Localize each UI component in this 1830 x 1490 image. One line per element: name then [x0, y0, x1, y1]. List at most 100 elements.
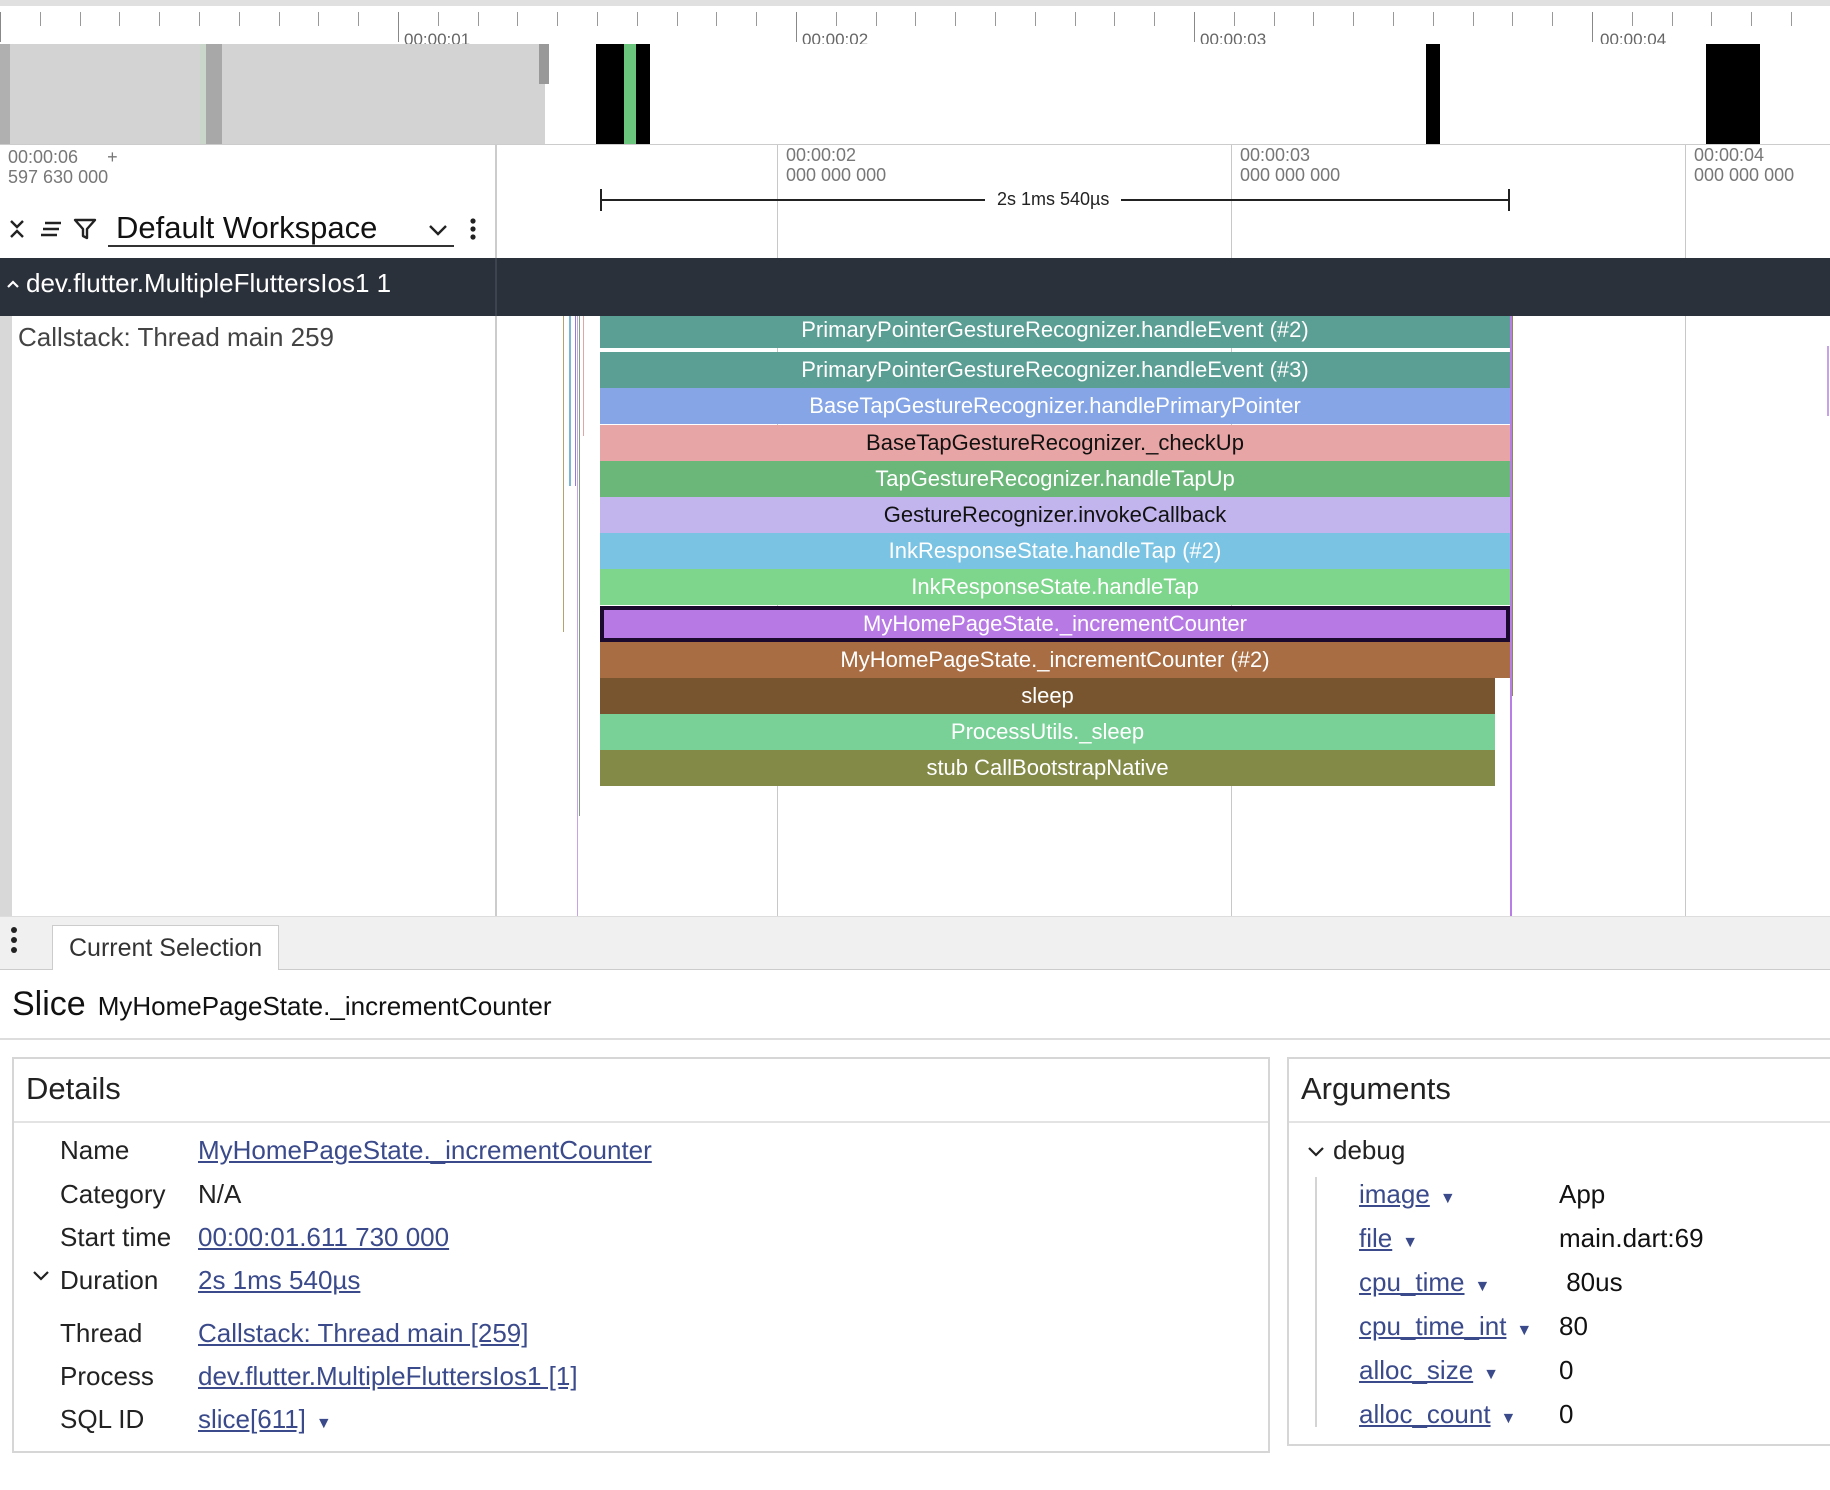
ruler-tick — [915, 12, 917, 26]
detail-sql-id-link[interactable]: slice[611] ▼ — [198, 1404, 332, 1435]
ruler-tick — [1074, 12, 1076, 26]
slice[interactable]: ProcessUtils._sleep — [600, 714, 1495, 751]
slice[interactable]: PrimaryPointerGestureRecognizer.handleEv… — [600, 316, 1510, 348]
dropdown-caret-icon[interactable]: ▼ — [1475, 1278, 1491, 1296]
slice[interactable]: TapGestureRecognizer.handleTapUp — [600, 460, 1510, 497]
ruler-tick — [716, 12, 718, 26]
dropdown-caret-icon[interactable]: ▼ — [1501, 1410, 1517, 1428]
slice[interactable]: BaseTapGestureRecognizer.handlePrimaryPo… — [600, 388, 1510, 425]
ruler-tick — [1711, 12, 1713, 26]
slice[interactable]: stub CallBootstrapNative — [600, 750, 1495, 787]
slice[interactable]: PrimaryPointerGestureRecognizer.handleEv… — [600, 352, 1510, 389]
ruler-tick — [278, 12, 280, 26]
span-measure: 2s 1ms 540µs — [600, 187, 1510, 211]
argument-key-link[interactable]: alloc_size ▼ — [1359, 1355, 1499, 1386]
tab-current-selection[interactable]: Current Selection — [52, 925, 280, 970]
ruler-tick — [1791, 12, 1792, 26]
argument-key-link[interactable]: cpu_time_int ▼ — [1359, 1311, 1532, 1342]
time-grid-line — [1685, 145, 1686, 258]
argument-key: file — [1359, 1223, 1393, 1253]
overview-activity-block — [1706, 44, 1760, 144]
slice[interactable]: MyHomePageState._incrementCounter (#2) — [600, 641, 1510, 678]
overview-handle[interactable] — [0, 44, 10, 144]
argument-key-link[interactable]: alloc_count ▼ — [1359, 1399, 1516, 1430]
detail-duration-link[interactable]: 2s 1ms 540µs — [198, 1265, 360, 1296]
cursor-time-plus: + — [107, 147, 118, 167]
ruler-tick — [1154, 12, 1156, 26]
dropdown-caret-icon[interactable]: ▼ — [1402, 1234, 1418, 1252]
dropdown-caret-icon[interactable]: ▼ — [1516, 1322, 1532, 1340]
time-grid-line — [1685, 316, 1686, 916]
ruler-tick — [756, 12, 758, 26]
detail-key: Process — [60, 1361, 154, 1391]
collapse-icon[interactable] — [4, 214, 30, 244]
overview-handle[interactable] — [539, 44, 549, 84]
process-group-header[interactable]: dev.flutter.MultipleFluttersIos1 1 — [0, 258, 1830, 316]
thin-slice[interactable] — [583, 316, 584, 436]
ruler-tick — [1353, 12, 1355, 26]
workspace-select[interactable]: Default Workspace — [108, 209, 454, 247]
ruler-tick — [517, 12, 519, 26]
ruler-tick — [1034, 12, 1036, 26]
overview-minimap[interactable] — [0, 44, 1830, 145]
thin-slice[interactable] — [1827, 346, 1829, 416]
sort-icon[interactable] — [38, 214, 64, 244]
divider — [0, 1038, 1830, 1040]
detail-key: SQL ID — [60, 1404, 145, 1434]
overview-marker — [206, 44, 222, 144]
detail-thread-link[interactable]: Callstack: Thread main [259] — [198, 1318, 528, 1349]
selection-kind: Slice — [12, 985, 86, 1023]
argument-key: alloc_count — [1359, 1399, 1491, 1429]
slice-selected[interactable]: MyHomePageState._incrementCounter — [600, 605, 1510, 642]
ruler-tick — [676, 12, 678, 26]
dropdown-caret-icon[interactable]: ▼ — [1483, 1366, 1499, 1384]
detail-process-link[interactable]: dev.flutter.MultipleFluttersIos1 [1] — [198, 1361, 578, 1392]
ruler-tick — [318, 12, 320, 26]
track-shell[interactable]: Callstack: Thread main 259 — [0, 316, 497, 916]
slice[interactable]: GestureRecognizer.invokeCallback — [600, 497, 1510, 533]
slice[interactable]: BaseTapGestureRecognizer._checkUp — [600, 424, 1510, 461]
arguments-card-title: Arguments — [1301, 1071, 1451, 1106]
ruler-tick — [875, 12, 877, 26]
argument-key-link[interactable]: image ▼ — [1359, 1179, 1456, 1210]
time-header: 00:00:02 000 000 000 00:00:03 000 000 00… — [497, 145, 1830, 258]
thin-slice[interactable] — [577, 316, 578, 916]
ruler-tick — [1432, 12, 1434, 26]
details-panel-tabs: Current Selection — [0, 916, 1830, 970]
time-tick-line1: 00:00:04 — [1694, 145, 1765, 165]
chevron-up-icon[interactable] — [6, 258, 20, 308]
detail-name-link[interactable]: MyHomePageState._incrementCounter — [198, 1135, 652, 1166]
chevron-down-icon[interactable] — [32, 1269, 50, 1287]
ruler-tick — [119, 12, 121, 26]
argument-key-link[interactable]: file ▼ — [1359, 1223, 1418, 1254]
dropdown-caret-icon[interactable]: ▼ — [316, 1415, 332, 1433]
slice[interactable]: InkResponseState.handleTap (#2) — [600, 533, 1510, 570]
thin-slice[interactable] — [575, 316, 576, 486]
argument-key-link[interactable]: cpu_time ▼ — [1359, 1267, 1490, 1298]
thin-slice[interactable] — [563, 316, 564, 632]
time-tick-label: 00:00:04 000 000 000 — [1694, 145, 1794, 185]
divider — [14, 1121, 1268, 1123]
chevron-down-icon[interactable] — [1307, 1145, 1325, 1163]
track-canvas[interactable]: PrimaryPointerGestureRecognizer.handleEv… — [497, 316, 1830, 916]
more-vert-icon[interactable] — [460, 214, 486, 244]
thin-slice[interactable] — [579, 316, 580, 816]
track-drag-strip[interactable] — [0, 316, 12, 916]
more-vert-icon[interactable] — [10, 925, 18, 962]
overview-activity-block — [596, 44, 650, 144]
process-group-title: dev.flutter.MultipleFluttersIos1 1 — [26, 268, 392, 298]
thin-slice[interactable] — [1512, 316, 1513, 696]
filter-icon[interactable] — [72, 214, 98, 244]
dropdown-caret-icon[interactable]: ▼ — [1440, 1190, 1456, 1208]
detail-start-time-link[interactable]: 00:00:01.611 730 000 — [198, 1222, 449, 1253]
cursor-time-readout: 00:00:06 + 597 630 000 — [8, 147, 118, 187]
thin-slice[interactable] — [569, 316, 571, 486]
ruler-tick — [1592, 12, 1593, 42]
time-tick-line1: 00:00:02 — [786, 145, 857, 165]
slice[interactable]: sleep — [600, 678, 1495, 714]
slice[interactable]: InkResponseState.handleTap — [600, 569, 1510, 606]
details-card: Details Name MyHomePageState._incrementC… — [12, 1057, 1270, 1453]
ruler-tick — [955, 12, 957, 26]
detail-key: Duration — [60, 1265, 159, 1295]
details-card-title: Details — [26, 1071, 121, 1106]
